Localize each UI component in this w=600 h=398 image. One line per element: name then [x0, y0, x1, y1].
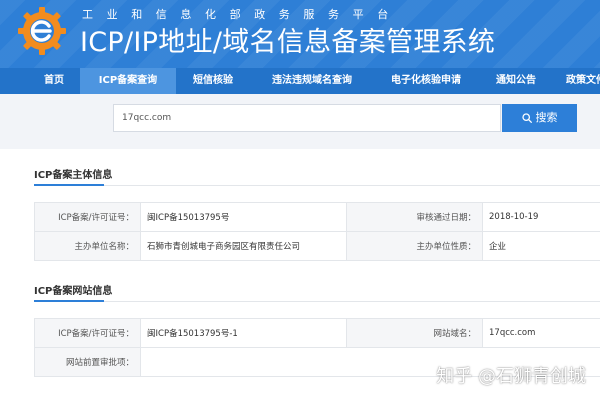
nav-item-icp-query[interactable]: ICP备案查询 — [80, 68, 176, 94]
site-icp-number-label: ICP备案/许可证号： — [34, 318, 141, 348]
site-icp-number-value: 闽ICP备15013795号-1 — [140, 318, 347, 348]
organizer-name-label: 主办单位名称： — [34, 231, 141, 261]
search-icon — [521, 113, 532, 123]
gear-e-logo-icon — [18, 7, 66, 55]
search-input[interactable] — [113, 104, 501, 132]
entity-info-table: ICP备案/许可证号： 闽ICP备15013795号 审核通过日期： 2018-… — [34, 202, 600, 261]
nav-item-e-verify[interactable]: 电子化核验申请 — [374, 68, 478, 94]
entity-section-title: ICP备案主体信息 — [34, 170, 113, 181]
organizer-name-value: 石狮市青创城电子商务园区有限责任公司 — [140, 231, 347, 261]
icp-number-value: 闽ICP备15013795号 — [140, 202, 347, 232]
nav-item-sms-verify[interactable]: 短信核验 — [176, 68, 250, 94]
nav-item-home[interactable]: 首页 — [28, 68, 80, 94]
table-row: ICP备案/许可证号： 闽ICP备15013795号-1 网站域名： 17qcc… — [34, 318, 600, 348]
search-button[interactable]: 搜索 — [502, 104, 577, 132]
nav-item-notices[interactable]: 通知公告 — [478, 68, 554, 94]
nav-item-illegal-domain[interactable]: 违法违规域名查询 — [250, 68, 374, 94]
organizer-type-label: 主办单位性质： — [346, 231, 483, 261]
site-domain-value: 17qcc.com — [482, 318, 600, 348]
organizer-type-value: 企业 — [482, 231, 600, 261]
header-banner: 工业和信息化部政务服务平台 ICP/IP地址/域名信息备案管理系统 — [0, 0, 600, 68]
main-nav: 首页 ICP备案查询 短信核验 违法违规域名查询 电子化核验申请 通知公告 政策… — [0, 68, 600, 94]
icp-number-label: ICP备案/许可证号： — [34, 202, 141, 232]
pre-approval-label: 网站前置审批项： — [34, 347, 141, 377]
entity-section-divider — [34, 184, 600, 186]
table-row: ICP备案/许可证号： 闽ICP备15013795号 审核通过日期： 2018-… — [34, 202, 600, 232]
site-section-title: ICP备案网站信息 — [34, 286, 113, 297]
search-button-label: 搜索 — [535, 111, 558, 124]
system-title: ICP/IP地址/域名信息备案管理系统 — [80, 27, 496, 58]
approval-date-value: 2018-10-19 — [482, 202, 600, 232]
site-section-divider — [34, 300, 600, 302]
table-row: 主办单位名称： 石狮市青创城电子商务园区有限责任公司 主办单位性质： 企业 — [34, 231, 600, 261]
search-bar: 搜索 — [0, 94, 600, 149]
approval-date-label: 审核通过日期： — [346, 202, 483, 232]
site-domain-label: 网站域名： — [346, 318, 483, 348]
zhihu-watermark: 知乎 @石狮青创城 — [436, 366, 586, 387]
nav-item-policy[interactable]: 政策文件 — [554, 68, 600, 94]
